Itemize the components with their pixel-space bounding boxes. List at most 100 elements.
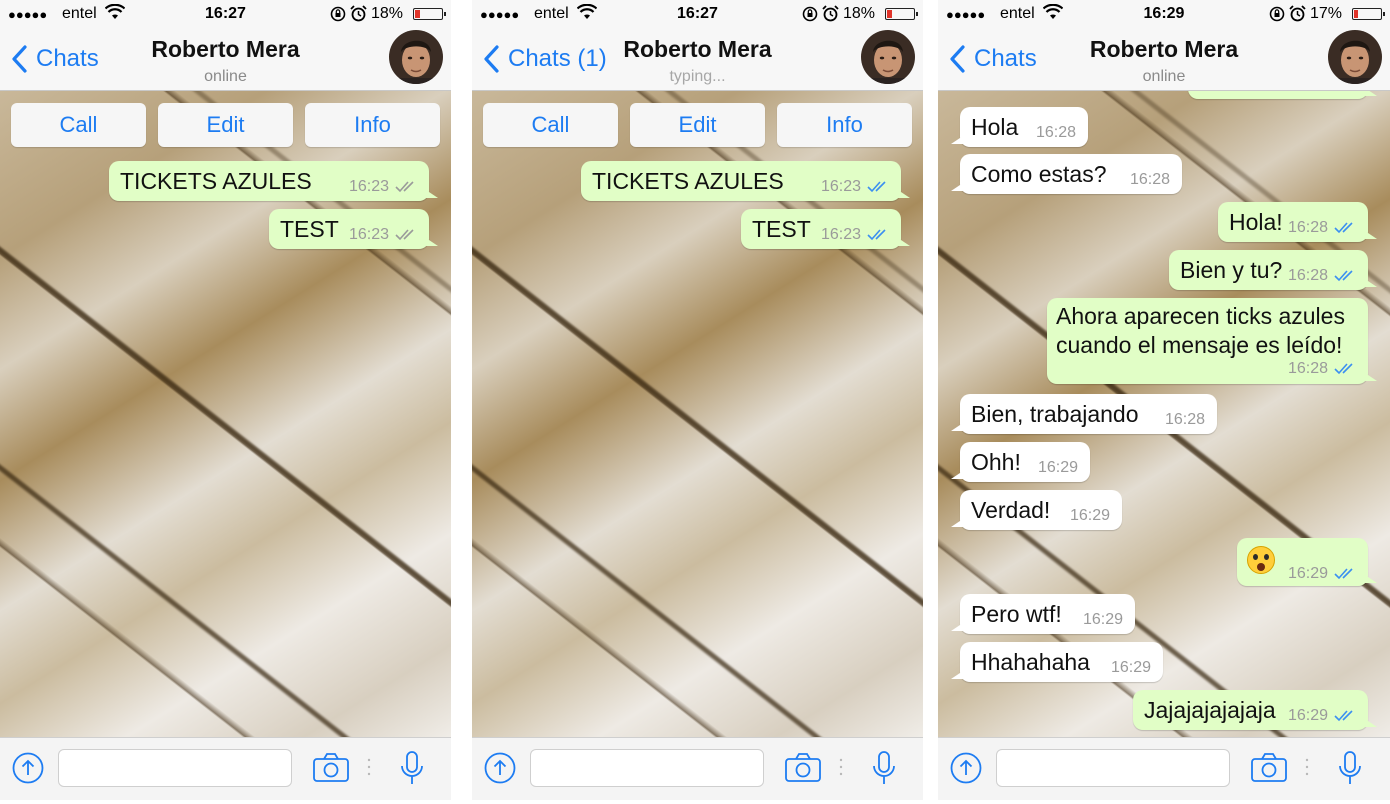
nav-bar: Chats (1) Roberto Mera typing...: [472, 30, 923, 91]
message-bubble[interactable]: Como estas? 16:28: [951, 154, 1182, 194]
microphone-icon[interactable]: [871, 750, 897, 786]
avatar[interactable]: [389, 30, 443, 84]
message-time: 16:28: [1035, 124, 1076, 141]
chat-background: Call Edit Info TICKETS AZULES 16:23 TEST…: [472, 91, 923, 738]
message-time: 16:29: [1037, 459, 1078, 476]
call-button[interactable]: Call: [11, 103, 146, 147]
face-screaming-in-fear-icon: [1247, 546, 1275, 574]
message-text: Verdad!: [971, 497, 1051, 523]
message-time: 16:29: [1082, 611, 1123, 628]
message-input[interactable]: [58, 749, 292, 787]
input-bar: [938, 737, 1390, 800]
message-text: Hhahahaha: [971, 649, 1090, 675]
contact-status: online: [204, 68, 247, 85]
message-bubble[interactable]: Bien y tu? 16:28: [1169, 250, 1377, 290]
message-time: 16:23: [820, 226, 861, 243]
chat-screen-3: ●●●●● entel 16:29 17% Chats Roberto Mera…: [938, 0, 1390, 800]
double-check-icon: [867, 181, 886, 193]
camera-icon[interactable]: [1250, 752, 1288, 784]
avatar[interactable]: [1328, 30, 1382, 84]
message-bubble[interactable]: Verdad! 16:29: [951, 490, 1122, 530]
input-bar: [472, 737, 923, 800]
message-text: Ohh!: [971, 449, 1021, 475]
edit-button[interactable]: Edit: [630, 103, 765, 147]
contact-action-bar: Call Edit Info: [483, 103, 912, 149]
message-time: 16:23: [348, 226, 389, 243]
chat-screen-2: ●●●●● entel 16:27 18% Chats (1) Roberto …: [472, 0, 923, 800]
message-bubble[interactable]: Hola 16:28: [951, 107, 1088, 147]
message-time: 16:28: [1287, 219, 1328, 236]
double-check-icon: [395, 229, 414, 241]
message-text: Bien y tu?: [1180, 257, 1283, 283]
message-bubble[interactable]: TEST 16:23: [741, 209, 910, 249]
microphone-icon[interactable]: [399, 750, 425, 786]
message-bubble[interactable]: Ohh! 16:29: [951, 442, 1090, 482]
upload-icon[interactable]: [484, 752, 516, 784]
contact-status: typing...: [669, 68, 726, 85]
message-text: Bien, trabajando: [971, 401, 1139, 427]
contact-name[interactable]: Roberto Mera: [938, 36, 1390, 63]
message-bubble[interactable]: Hola! 16:28: [1218, 202, 1377, 242]
separator-dots: [1305, 758, 1309, 776]
battery-percent: 17%: [1309, 5, 1342, 22]
camera-icon[interactable]: [312, 752, 350, 784]
battery-fill: [1354, 10, 1358, 18]
message-bubble[interactable]: Bien, trabajando 16:28: [951, 394, 1217, 434]
info-button[interactable]: Info: [305, 103, 440, 147]
message-bubble[interactable]: Pero wtf! 16:29: [951, 594, 1135, 634]
message-bubble[interactable]: Hhahahaha 16:29: [951, 642, 1163, 682]
message-bubble[interactable]: Jajajajajajaja 16:29: [1133, 690, 1377, 730]
avatar[interactable]: [861, 30, 915, 84]
message-bubble-clipped: [1188, 91, 1377, 99]
contact-status: online: [1142, 68, 1186, 85]
double-check-icon: [1334, 270, 1353, 282]
message-time: 16:23: [348, 178, 389, 195]
message-time: 16:29: [1110, 659, 1151, 676]
message-bubble[interactable]: 16:29: [1237, 538, 1377, 586]
message-text: Pero wtf!: [971, 601, 1062, 627]
chat-background: Hola 16:28 Como estas? 16:28 Hola! 16:28…: [938, 91, 1390, 738]
edit-button[interactable]: Edit: [158, 103, 293, 147]
orientation-lock-icon: [330, 6, 346, 22]
message-input[interactable]: [530, 749, 764, 787]
message-text: Hola: [971, 114, 1019, 140]
message-time: 16:29: [1287, 707, 1328, 724]
battery-icon: [413, 8, 446, 20]
upload-icon[interactable]: [12, 752, 44, 784]
nav-bar: Chats Roberto Mera online: [0, 30, 451, 91]
status-bar: ●●●●● entel 16:29 17%: [938, 0, 1390, 30]
nav-bar: Chats Roberto Mera online: [938, 30, 1390, 91]
message-text: TEST: [280, 216, 339, 242]
contact-action-bar: Call Edit Info: [11, 103, 440, 149]
battery-percent: 18%: [370, 5, 403, 22]
message-bubble[interactable]: TICKETS AZULES 16:23: [109, 161, 438, 201]
contact-name[interactable]: Roberto Mera: [0, 36, 451, 63]
message-time: 16:29: [1069, 507, 1110, 524]
double-check-icon: [1334, 222, 1353, 234]
input-bar: [0, 737, 451, 800]
chat-screen-1: ●●●●● entel 16:27 18% Chats Roberto Mera…: [0, 0, 451, 800]
call-button[interactable]: Call: [483, 103, 618, 147]
message-bubble[interactable]: TEST 16:23: [269, 209, 438, 249]
double-check-icon: [1334, 363, 1353, 375]
alarm-icon: [1289, 5, 1306, 22]
status-bar: ●●●●● entel 16:27 18%: [0, 0, 451, 30]
microphone-icon[interactable]: [1337, 750, 1363, 786]
message-bubble[interactable]: TICKETS AZULES 16:23: [581, 161, 910, 201]
camera-icon[interactable]: [784, 752, 822, 784]
message-time: 16:28: [1287, 360, 1328, 377]
message-bubble[interactable]: Ahora aparecen ticks azules cuando el me…: [1047, 298, 1377, 384]
message-input[interactable]: [996, 749, 1230, 787]
double-check-icon: [1334, 568, 1353, 580]
info-button[interactable]: Info: [777, 103, 912, 147]
message-text: Jajajajajajaja: [1144, 697, 1276, 723]
upload-icon[interactable]: [950, 752, 982, 784]
status-bar: ●●●●● entel 16:27 18%: [472, 0, 923, 30]
contact-name[interactable]: Roberto Mera: [472, 36, 923, 63]
double-check-icon: [1334, 710, 1353, 722]
double-check-icon: [395, 181, 414, 193]
orientation-lock-icon: [1269, 6, 1285, 22]
message-time: 16:29: [1287, 565, 1328, 582]
separator-dots: [839, 758, 843, 776]
message-time: 16:28: [1129, 171, 1170, 188]
